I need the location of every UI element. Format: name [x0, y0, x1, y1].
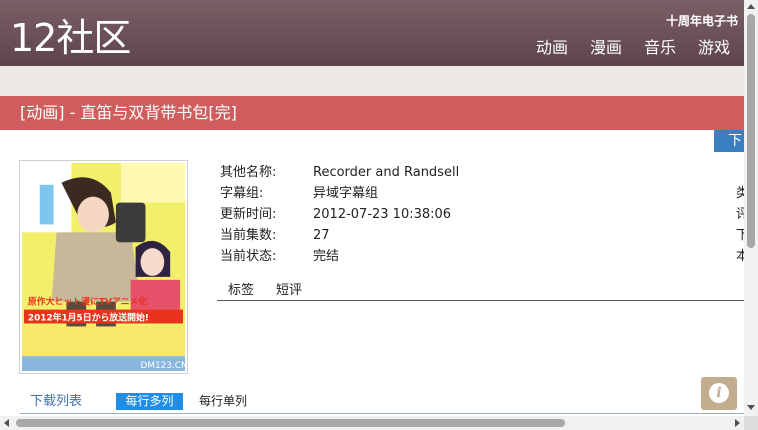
cover-image[interactable]: 原作大ヒット漫にTVアニメ化 2012年1月5日から放送開始! DM123.CN [19, 160, 188, 374]
nav-item-anime[interactable]: 动画 [536, 38, 568, 58]
horizontal-scrollbar[interactable] [0, 416, 744, 430]
info-label: 当前状态: [220, 249, 277, 264]
nav-item-music[interactable]: 音乐 [644, 38, 676, 58]
site-header: 12社区 十周年电子书 动画 漫画 音乐 游戏 [0, 0, 744, 66]
info-label: 其他名称: [220, 165, 277, 180]
info-row-status: 当前状态: 完结 [220, 246, 459, 267]
info-float-button[interactable]: i [701, 377, 737, 410]
info-value[interactable]: 异域字幕组 [313, 183, 378, 204]
info-value: 完结 [313, 249, 340, 264]
main-nav: 动画 漫画 音乐 游戏 [536, 38, 730, 58]
page-title: [动画] - 直笛与双背带书包[完] [20, 103, 237, 122]
scroll-up-icon[interactable] [747, 4, 755, 9]
download-list-tab[interactable]: 下载列表 [30, 393, 82, 411]
title-bar: [动画] - 直笛与双背带书包[完] [0, 96, 744, 130]
info-row-subgroup: 字幕组: 异域字幕组 [220, 183, 459, 204]
info-label: 字幕组: [220, 186, 264, 201]
scroll-down-icon[interactable] [747, 405, 755, 410]
info-value: 2012-07-23 10:38:06 [313, 207, 452, 222]
cover-illustration: 原作大ヒット漫にTVアニメ化 2012年1月5日から放送開始! DM123.CN [22, 163, 185, 371]
clipped-char: 下 [736, 228, 744, 243]
scroll-left-icon[interactable] [4, 419, 9, 427]
cover-promo-line-2: 2012年1月5日から放送開始! [28, 311, 149, 323]
info-value: 27 [313, 228, 330, 243]
vertical-scrollbar[interactable] [744, 0, 758, 416]
site-logo[interactable]: 12社区 [10, 14, 131, 62]
clipped-side-info: 类 评 下 本 [736, 183, 744, 267]
clipped-char: 类 [736, 186, 744, 201]
clipped-char: 本 [736, 249, 744, 264]
tab-short-reviews[interactable]: 短评 [265, 282, 313, 300]
cover-promo-line-1: 原作大ヒット漫にTVアニメ化 [28, 296, 147, 308]
single-column-button[interactable]: 每行单列 [199, 393, 247, 410]
info-value: Recorder and Randsell [313, 165, 460, 180]
info-row-episodes: 当前集数: 27 [220, 225, 459, 246]
info-icon: i [709, 383, 729, 403]
detail-tabs: 标签 短评 [217, 282, 744, 301]
info-label: 更新时间: [220, 207, 277, 222]
cover-watermark: DM123.CN [141, 361, 185, 371]
header-spacer [0, 66, 744, 96]
multi-column-button[interactable]: 每行多列 [116, 393, 183, 410]
info-label: 当前集数: [220, 228, 277, 243]
info-row-updated: 更新时间: 2012-07-23 10:38:06 [220, 204, 459, 225]
info-list: 其他名称: Recorder and Randsell 字幕组: 异域字幕组 更… [220, 162, 459, 267]
download-tab[interactable]: 下 [714, 130, 744, 152]
scroll-right-icon[interactable] [735, 419, 740, 427]
nav-item-manga[interactable]: 漫画 [590, 38, 622, 58]
nav-item-games[interactable]: 游戏 [698, 38, 730, 58]
horizontal-scroll-thumb[interactable] [16, 419, 565, 427]
tab-tags[interactable]: 标签 [217, 282, 265, 300]
clipped-char: 评 [736, 207, 744, 222]
info-row-alt-name: 其他名称: Recorder and Randsell [220, 162, 459, 183]
divider [20, 413, 744, 414]
header-tagline-link[interactable]: 十周年电子书 [666, 12, 738, 29]
vertical-scroll-thumb[interactable] [747, 14, 755, 248]
scrollbar-corner [744, 416, 758, 430]
